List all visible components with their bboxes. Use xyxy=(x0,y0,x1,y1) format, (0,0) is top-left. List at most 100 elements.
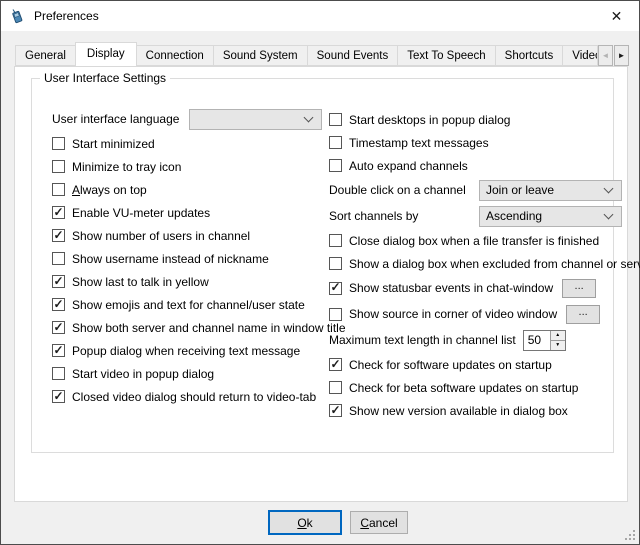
checkbox-row[interactable]: Auto expand channels xyxy=(329,154,640,177)
checkbox-label: Show a dialog box when excluded from cha… xyxy=(349,257,640,271)
spinner-row: Maximum text length in channel list50▲▼ xyxy=(329,327,640,353)
dropdown[interactable]: Join or leave xyxy=(479,180,622,201)
checkbox[interactable] xyxy=(52,367,65,380)
left-settings-column: Start minimized Minimize to tray icon Alwa… xyxy=(52,132,346,408)
checkbox[interactable]: ✓ xyxy=(52,206,65,219)
spinner-value[interactable]: 50 xyxy=(524,331,550,350)
checkbox-row[interactable]: Timestamp text messages xyxy=(329,131,640,154)
checkbox-label: Start desktops in popup dialog xyxy=(349,113,510,127)
checkbox[interactable] xyxy=(329,136,342,149)
checkbox[interactable]: ✓ xyxy=(329,404,342,417)
more-button[interactable]: ... xyxy=(566,305,600,324)
checkbox-label: Show username instead of nickname xyxy=(72,252,269,266)
field-label: Double click on a channel xyxy=(329,183,479,197)
arrow-left-icon: ◄ xyxy=(602,51,610,60)
check-icon: ✓ xyxy=(53,298,63,310)
spin-down-button[interactable]: ▼ xyxy=(550,340,565,350)
close-button[interactable]: ✕ xyxy=(594,1,639,31)
checkbox-label: Auto expand channels xyxy=(349,159,468,173)
checkbox-row[interactable]: ✓Show both server and channel name in wi… xyxy=(52,316,346,339)
language-dropdown[interactable] xyxy=(189,109,322,130)
checkbox-row[interactable]: Show username instead of nickname xyxy=(52,247,346,270)
check-icon: ✓ xyxy=(53,206,63,218)
checkbox-label: Check for beta software updates on start… xyxy=(349,381,578,395)
checkbox-row[interactable]: Start minimized xyxy=(52,132,346,155)
checkbox-row[interactable]: Start desktops in popup dialog xyxy=(329,108,640,131)
tab-label: Display xyxy=(87,48,125,60)
checkbox[interactable] xyxy=(329,113,342,126)
checkbox[interactable] xyxy=(329,257,342,270)
checkbox[interactable] xyxy=(52,137,65,150)
checkbox-label: Always on top xyxy=(72,183,147,197)
checkbox[interactable]: ✓ xyxy=(329,282,342,295)
resize-grip[interactable] xyxy=(624,529,636,541)
tab-general[interactable]: General xyxy=(15,45,76,66)
checkbox[interactable] xyxy=(52,160,65,173)
checkbox-label: Minimize to tray icon xyxy=(72,160,181,174)
tab-label: Sound System xyxy=(223,50,298,62)
checkbox-row[interactable]: ✓ Show emojis and text for channel/user s… xyxy=(52,293,346,316)
dropdown[interactable]: Ascending xyxy=(479,206,622,227)
checkbox-label: Show emojis and text for channel/user st… xyxy=(72,298,305,312)
checkbox[interactable] xyxy=(329,381,342,394)
check-icon: ✓ xyxy=(53,390,63,402)
checkbox-row[interactable]: Start video in popup dialog xyxy=(52,362,346,385)
checkbox[interactable]: ✓ xyxy=(52,321,65,334)
checkbox-row[interactable]: Check for beta software updates on start… xyxy=(329,376,640,399)
cancel-button[interactable]: Cancel xyxy=(350,511,408,534)
checkbox[interactable]: ✓ xyxy=(52,298,65,311)
checkbox-row[interactable]: Show source in corner of video window... xyxy=(329,301,640,327)
checkbox-label: Show number of users in channel xyxy=(72,229,250,243)
checkbox[interactable]: ✓ xyxy=(52,275,65,288)
tab-scroll-left-button[interactable]: ◄ xyxy=(598,45,613,66)
tab-connection[interactable]: Connection xyxy=(136,45,214,66)
checkbox[interactable]: ✓ xyxy=(329,358,342,371)
checkbox[interactable] xyxy=(329,308,342,321)
checkbox-row[interactable]: ✓Check for software updates on startup xyxy=(329,353,640,376)
tab-scroll-right-button[interactable]: ► xyxy=(614,45,629,66)
tab-sound-events[interactable]: Sound Events xyxy=(307,45,399,66)
checkbox[interactable] xyxy=(329,159,342,172)
tab-text-to-speech[interactable]: Text To Speech xyxy=(397,45,495,66)
ok-button[interactable]: Ok xyxy=(268,510,342,535)
check-icon: ✓ xyxy=(53,321,63,333)
tab-sound-system[interactable]: Sound System xyxy=(213,45,308,66)
checkbox-label: Closed video dialog should return to vid… xyxy=(72,390,316,404)
tab-label: Shortcuts xyxy=(505,50,554,62)
checkbox-row[interactable]: ✓Show statusbar events in chat-window... xyxy=(329,275,640,301)
checkbox[interactable]: ✓ xyxy=(52,390,65,403)
close-icon: ✕ xyxy=(611,8,623,25)
chevron-down-icon xyxy=(604,210,614,220)
checkbox-row[interactable]: Close dialog box when a file transfer is… xyxy=(329,229,640,252)
chevron-down-icon xyxy=(604,184,614,194)
spin-up-button[interactable]: ▲ xyxy=(550,331,565,340)
chevron-down-icon xyxy=(304,113,314,123)
checkbox[interactable]: ✓ xyxy=(52,344,65,357)
checkbox-row[interactable]: Always on top xyxy=(52,178,346,201)
dropdown-value: Join or leave xyxy=(486,183,599,197)
checkbox-row[interactable]: ✓Enable VU-meter updates xyxy=(52,201,346,224)
checkbox-row[interactable]: ✓ Show number of users in channel xyxy=(52,224,346,247)
checkbox-row[interactable]: ✓Popup dialog when receiving text messag… xyxy=(52,339,346,362)
checkbox-row[interactable]: Show a dialog box when excluded from cha… xyxy=(329,252,640,275)
tab-video[interactable]: Video xyxy=(562,45,598,66)
checkbox[interactable] xyxy=(52,252,65,265)
dropdown-row: Sort channels byAscending xyxy=(329,203,640,229)
checkbox[interactable] xyxy=(52,183,65,196)
titlebar: Preferences ✕ xyxy=(1,1,639,31)
checkbox-row[interactable]: ✓Show new version available in dialog bo… xyxy=(329,399,640,422)
tab-label: Sound Events xyxy=(317,50,389,62)
number-spinner[interactable]: 50▲▼ xyxy=(523,330,566,351)
more-button[interactable]: ... xyxy=(562,279,596,298)
tab-display[interactable]: Display xyxy=(75,42,137,66)
user-interface-settings-group: User Interface Settings User interface l… xyxy=(31,78,614,453)
checkbox-row[interactable]: Minimize to tray icon xyxy=(52,155,346,178)
checkbox[interactable] xyxy=(329,234,342,247)
checkbox[interactable]: ✓ xyxy=(52,229,65,242)
display-tab-page: User Interface Settings User interface l… xyxy=(14,66,628,502)
checkbox-row[interactable]: ✓Show last to talk in yellow xyxy=(52,270,346,293)
checkbox-row[interactable]: ✓ Closed video dialog should return to vi… xyxy=(52,385,346,408)
window-title: Preferences xyxy=(34,9,99,23)
tab-shortcuts[interactable]: Shortcuts xyxy=(495,45,564,66)
check-icon: ✓ xyxy=(330,281,340,293)
